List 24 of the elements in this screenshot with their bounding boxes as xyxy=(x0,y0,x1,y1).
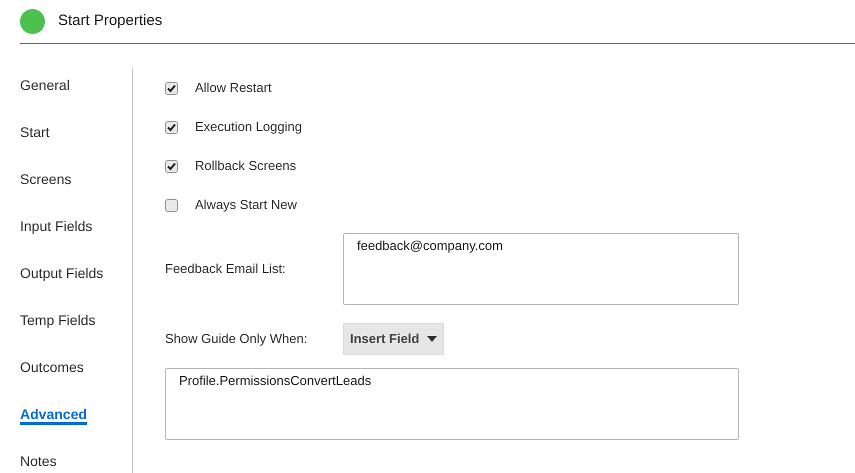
panel-title: Start Properties xyxy=(58,11,162,32)
insert-field-dropdown[interactable]: Insert Field xyxy=(343,323,444,355)
checkbox-label: Always Start New xyxy=(195,196,297,214)
sidebar-item[interactable]: Advanced xyxy=(20,405,87,425)
sidebar-item[interactable]: Temp Fields xyxy=(20,311,96,331)
caret-icon xyxy=(427,336,438,342)
sidebar-item[interactable]: Outcomes xyxy=(20,358,84,378)
checkbox[interactable] xyxy=(165,120,178,134)
input-field[interactable]: Profile.PermissionsConvertLeads xyxy=(165,368,739,440)
checkbox[interactable] xyxy=(165,160,178,172)
sidebar-item[interactable]: Screens xyxy=(20,170,72,190)
checkbox[interactable] xyxy=(165,82,178,94)
input-field[interactable]: feedback@company.com xyxy=(343,233,739,305)
checkbox-label: Rollback Screens xyxy=(195,157,296,176)
sidebar-item[interactable]: Output Fields xyxy=(20,264,104,284)
sidebar-item[interactable]: Input Fields xyxy=(20,217,92,237)
checkbox-label: Allow Restart xyxy=(195,79,272,98)
checkbox[interactable] xyxy=(165,198,178,212)
sidebar-item[interactable]: Start xyxy=(20,123,50,143)
field-label: Feedback Email List: xyxy=(165,260,287,278)
sidebar-item[interactable]: Notes xyxy=(20,452,57,472)
checkbox-label: Execution Logging xyxy=(195,118,302,136)
sidebar-item[interactable]: General xyxy=(20,76,70,96)
field-label: Show Guide Only When: xyxy=(165,330,308,348)
